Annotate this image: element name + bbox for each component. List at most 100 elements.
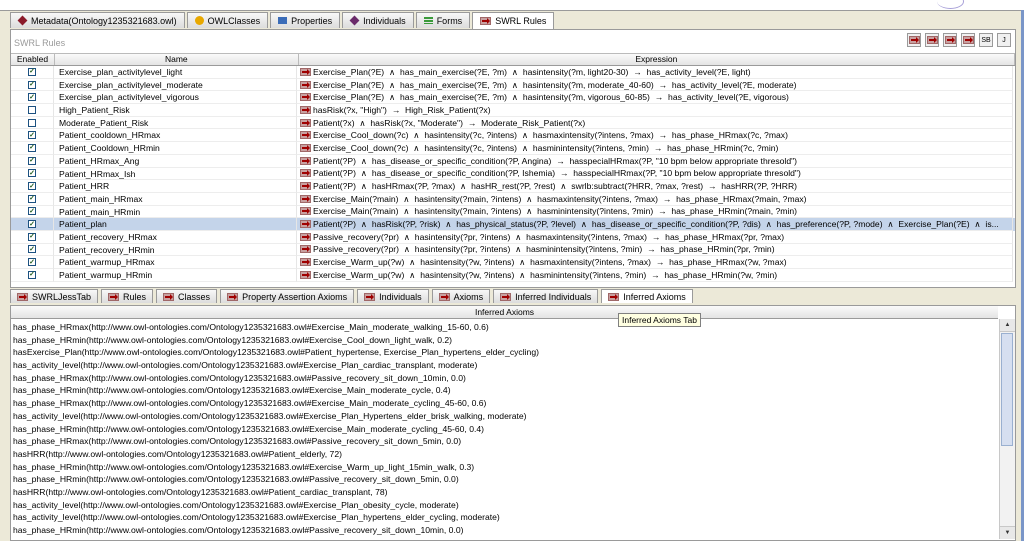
enabled-cell: ✓: [11, 269, 54, 282]
enabled-checkbox[interactable]: ✓: [28, 80, 36, 89]
list-item[interactable]: has_phase_HRmin(http://www.owl-ontologie…: [11, 384, 997, 397]
enabled-checkbox[interactable]: ✓: [28, 220, 36, 229]
column-header-expression[interactable]: Expression: [299, 54, 1015, 65]
list-item[interactable]: has_phase_HRmin(http://www.owl-ontologie…: [11, 461, 997, 474]
vertical-scrollbar[interactable]: ▲ ▼: [999, 319, 1015, 539]
scroll-thumb[interactable]: [1001, 333, 1013, 446]
table-row[interactable]: Moderate_Patient_Risk Patient(?x) ∧ hasRi…: [11, 116, 1015, 130]
jess-button[interactable]: J: [997, 33, 1011, 47]
list-item[interactable]: has_phase_HRmin(http://www.owl-ontologie…: [11, 473, 997, 486]
table-row[interactable]: ✓ Patient_warmup_HRmax Exercise_Warm_up(?w…: [11, 256, 1015, 269]
enabled-checkbox[interactable]: ✓: [28, 258, 36, 267]
swrl-arrow-icon: [500, 292, 512, 301]
enabled-checkbox[interactable]: ✓: [28, 245, 36, 254]
list-item[interactable]: has_phase_HRmin(http://www.owl-ontologie…: [11, 423, 997, 436]
enabled-checkbox[interactable]: ✓: [28, 156, 36, 165]
column-header-enabled[interactable]: Enabled: [11, 54, 55, 65]
table-row[interactable]: ✓ Exercise_plan_activitylevel_moderate Exe…: [11, 78, 1015, 92]
enabled-checkbox[interactable]: ✓: [28, 232, 36, 241]
enabled-checkbox[interactable]: ✓: [28, 182, 36, 191]
bottom-tab-3[interactable]: Property Assertion Axioms: [220, 289, 355, 303]
swrl-rule-icon: [300, 270, 311, 279]
table-row[interactable]: ✓ Patient_recovery_HRmax Passive_recovery(…: [11, 230, 1015, 244]
rule-expression-cell: Exercise_Main(?main) ∧ hasintensity(?mai…: [297, 205, 1013, 219]
bottom-tab-1[interactable]: Rules: [101, 289, 154, 303]
table-row[interactable]: ✓ Patient_HRmax_Ish Patient(?P) ∧ has_dise…: [11, 167, 1015, 181]
bottom-tab-4[interactable]: Individuals: [357, 289, 429, 303]
table-row[interactable]: ✓ Patient_cooldown_HRmax Exercise_Cool_dow…: [11, 129, 1015, 143]
table-row[interactable]: ✓ Patient_main_HRmax Exercise_Main(?main) …: [11, 192, 1015, 206]
scroll-up-button[interactable]: ▲: [1000, 319, 1015, 332]
list-item[interactable]: has_phase_HRmin(http://www.owl-ontologie…: [11, 334, 997, 347]
list-item[interactable]: has_activity_level(http://www.owl-ontolo…: [11, 410, 997, 423]
main-tab-5[interactable]: SWRL Rules: [472, 12, 555, 29]
enabled-checkbox[interactable]: ✓: [28, 143, 36, 152]
clone-rule-button[interactable]: [943, 33, 957, 47]
main-tab-bar: Metadata(Ontology1235321683.owl) OWLClass…: [10, 12, 556, 29]
table-row[interactable]: ✓ Exercise_plan_activitylevel_vigorous Exe…: [11, 91, 1015, 105]
create-rule-button[interactable]: [907, 33, 921, 47]
list-item[interactable]: hasHRR(http://www.owl-ontologies.com/Ont…: [11, 448, 997, 461]
main-tab-4[interactable]: Forms: [415, 12, 471, 28]
list-item[interactable]: hasHRR(http://www.owl-ontologies.com/Ont…: [11, 486, 997, 499]
main-tab-2[interactable]: Properties: [270, 12, 341, 28]
tab-label: Forms: [436, 15, 463, 26]
enabled-checkbox[interactable]: [28, 105, 36, 114]
bottom-tab-2[interactable]: Classes: [156, 289, 218, 303]
list-item[interactable]: has_activity_level(http://www.owl-ontolo…: [11, 511, 997, 524]
table-row[interactable]: ✓ Patient_recovery_HRmin Passive_recovery(…: [11, 243, 1015, 257]
bottom-tab-0[interactable]: SWRLJessTab: [10, 289, 99, 303]
enabled-checkbox[interactable]: ✓: [28, 169, 36, 178]
circle-icon: [194, 16, 204, 25]
enabled-checkbox[interactable]: [28, 118, 36, 127]
rule-name: Patient_HRmax_Ish: [54, 167, 297, 181]
rule-expression-cell: Exercise_Cool_down(?c) ∧ hasintensity(?c…: [297, 142, 1013, 155]
enabled-checkbox[interactable]: ✓: [28, 270, 36, 279]
list-item[interactable]: has_phase_HRmax(http://www.owl-ontologie…: [11, 397, 997, 410]
enabled-checkbox[interactable]: ✓: [28, 207, 36, 216]
main-tab-3[interactable]: Individuals: [342, 12, 414, 28]
tab-label: Classes: [178, 291, 211, 302]
list-item[interactable]: has_phase_HRmax(http://www.owl-ontologie…: [11, 435, 997, 448]
tab-label: Individuals: [363, 15, 406, 26]
list-item[interactable]: hasExercise_Plan(http://www.owl-ontologi…: [11, 346, 997, 359]
rule-name: Patient_cooldown_HRmax: [54, 129, 297, 143]
enabled-checkbox[interactable]: ✓: [28, 194, 36, 203]
table-row[interactable]: ✓ Patient_main_HRmin Exercise_Main(?main) …: [11, 205, 1015, 219]
table-row[interactable]: ✓ Exercise_plan_activitylevel_light Exerci…: [11, 66, 1015, 79]
table-row[interactable]: ✓ Patient_Cooldown_HRmin Exercise_Cool_dow…: [11, 142, 1015, 155]
list-item[interactable]: has_activity_level(http://www.owl-ontolo…: [11, 359, 997, 372]
enabled-checkbox[interactable]: ✓: [28, 67, 36, 76]
rule-name: Moderate_Patient_Risk: [54, 116, 297, 130]
enabled-checkbox[interactable]: ✓: [28, 93, 36, 102]
table-row[interactable]: ✓ Patient_HRR Patient(?P) ∧ hasHRmax(?P, ?…: [11, 180, 1015, 193]
swrl-arrow-icon: [17, 292, 28, 301]
list-item[interactable]: has_activity_level(http://www.owl-ontolo…: [11, 499, 997, 512]
bottom-tab-6[interactable]: Inferred Individuals: [493, 289, 599, 303]
rule-expression-cell: Exercise_Plan(?E) ∧ has_main_exercise(?E…: [297, 91, 1013, 105]
enabled-checkbox[interactable]: ✓: [28, 131, 36, 140]
swrl-bridge-button[interactable]: SB: [979, 33, 993, 47]
inferred-axioms-header[interactable]: Inferred Axioms: [11, 306, 998, 319]
column-header-name[interactable]: Name: [55, 54, 299, 65]
edit-rule-button[interactable]: [925, 33, 939, 47]
list-item[interactable]: has_phase_HRmax(http://www.owl-ontologie…: [11, 372, 997, 385]
bottom-tab-7[interactable]: Inferred Axioms: [601, 289, 693, 303]
scroll-down-button[interactable]: ▼: [1000, 526, 1015, 539]
swrl-rule-icon: [300, 156, 311, 165]
main-tab-0[interactable]: Metadata(Ontology1235321683.owl): [10, 12, 185, 28]
list-item[interactable]: has_phase_HRmax(http://www.owl-ontologie…: [11, 321, 997, 334]
bottom-tab-5[interactable]: Axioms: [431, 289, 491, 303]
tab-label: Metadata(Ontology1235321683.owl): [31, 15, 177, 26]
rule-expression: Exercise_Main(?main) ∧ hasintensity(?mai…: [313, 206, 797, 217]
main-tab-1[interactable]: OWLClasses: [186, 12, 269, 28]
table-row[interactable]: ✓ Patient_plan Patient(?P) ∧ hasRisk(?P, ?…: [11, 218, 1015, 231]
tab-label: Properties: [291, 15, 333, 26]
enabled-cell: ✓: [11, 192, 54, 206]
table-row[interactable]: High_Patient_Risk hasRisk(?x, "High") → H…: [11, 104, 1015, 117]
rule-expression: Passive_recovery(?pr) ∧ hasintensity(?pr…: [313, 231, 785, 242]
list-item[interactable]: has_phase_HRmin(http://www.owl-ontologie…: [11, 524, 997, 537]
table-row[interactable]: ✓ Patient_warmup_HRmin Exercise_Warm_up(?w…: [11, 269, 1015, 282]
table-row[interactable]: ✓ Patient_HRmax_Ang Patient(?P) ∧ has_dise…: [11, 154, 1015, 168]
delete-rule-button[interactable]: [961, 33, 975, 47]
